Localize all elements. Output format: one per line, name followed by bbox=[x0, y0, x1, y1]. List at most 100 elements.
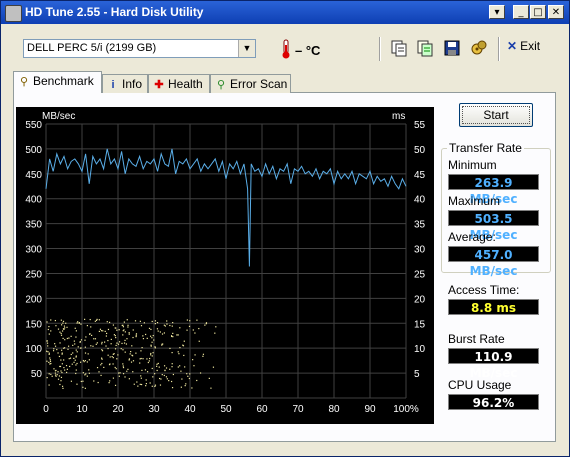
access-time-point bbox=[171, 366, 173, 368]
access-time-point bbox=[142, 335, 144, 337]
close-button[interactable]: ✕ bbox=[548, 5, 564, 19]
tab-error-scan[interactable]: ⚲ Error Scan bbox=[210, 74, 291, 93]
access-time-point bbox=[80, 380, 82, 383]
x-tick-label: 60 bbox=[256, 404, 268, 415]
minimum-value: 263.9 MB/sec bbox=[448, 174, 539, 206]
access-time-point bbox=[79, 341, 81, 343]
options-icon[interactable] bbox=[470, 39, 488, 57]
access-time-point bbox=[64, 327, 66, 329]
access-time-point bbox=[60, 370, 62, 372]
access-time-point bbox=[54, 319, 56, 322]
title-bar: HD Tune 2.55 - Hard Disk Utility ▾ _ □ ✕ bbox=[1, 1, 569, 24]
access-time-point bbox=[135, 335, 137, 338]
access-time-point bbox=[84, 352, 87, 354]
access-time-point bbox=[161, 333, 164, 335]
tab-health[interactable]: ✚ Health bbox=[148, 74, 210, 93]
access-time-point bbox=[74, 359, 76, 361]
access-time-point bbox=[202, 353, 205, 355]
access-time-point bbox=[67, 345, 70, 347]
access-time-point bbox=[198, 340, 200, 342]
access-time-point bbox=[126, 370, 128, 372]
access-time-point bbox=[61, 353, 63, 355]
access-time-point bbox=[56, 348, 58, 351]
access-time-point bbox=[144, 369, 147, 371]
tab-health-label: Health bbox=[168, 77, 203, 91]
access-time-point bbox=[54, 372, 57, 374]
access-time-point bbox=[106, 321, 108, 323]
tab-info[interactable]: i Info bbox=[102, 74, 148, 93]
access-time-point bbox=[135, 333, 138, 335]
access-time-point bbox=[75, 372, 77, 375]
access-time-point bbox=[55, 325, 57, 327]
maximize-button[interactable]: □ bbox=[530, 5, 546, 19]
right-tick-label: 55 bbox=[414, 120, 426, 131]
access-time-point bbox=[192, 329, 194, 331]
access-time-point bbox=[192, 359, 194, 361]
access-time-point bbox=[128, 333, 130, 335]
access-time-point bbox=[140, 325, 143, 327]
access-time-point bbox=[62, 322, 64, 324]
right-tick-label: 40 bbox=[414, 195, 426, 206]
access-time-point bbox=[161, 343, 163, 345]
access-time-point bbox=[90, 345, 92, 347]
access-time-point bbox=[107, 347, 109, 350]
access-time-point bbox=[48, 361, 50, 364]
x-tick-label: 40 bbox=[184, 404, 196, 415]
access-time-point bbox=[169, 368, 171, 370]
access-time-point bbox=[123, 329, 125, 331]
access-time-point bbox=[50, 373, 52, 375]
dropdown-menu-button[interactable]: ▾ bbox=[489, 5, 505, 19]
access-time-point bbox=[126, 338, 128, 340]
access-time-point bbox=[123, 342, 126, 344]
access-time-point bbox=[84, 339, 86, 341]
access-time-point bbox=[53, 348, 55, 350]
access-time-point bbox=[191, 387, 193, 389]
access-time-point bbox=[108, 321, 111, 324]
access-time-point bbox=[145, 379, 147, 381]
start-button[interactable]: Start bbox=[459, 103, 533, 127]
access-time-point bbox=[96, 342, 98, 344]
drive-select-value: DELL PERC 5/i (2199 GB) bbox=[27, 42, 157, 54]
access-time-point bbox=[47, 345, 49, 347]
access-time-point bbox=[98, 319, 100, 321]
save-icon[interactable] bbox=[443, 39, 461, 57]
access-time-point bbox=[172, 321, 174, 324]
access-time-point bbox=[124, 376, 126, 378]
access-time-point bbox=[105, 345, 107, 347]
access-time-point bbox=[60, 324, 63, 326]
access-time-point bbox=[123, 321, 125, 323]
access-time-point bbox=[160, 378, 162, 380]
access-time-point bbox=[122, 373, 125, 375]
access-time-point bbox=[115, 344, 117, 347]
access-time-point bbox=[50, 330, 52, 332]
minimize-button[interactable]: _ bbox=[513, 5, 529, 19]
copy-icon[interactable] bbox=[390, 39, 408, 57]
access-time-point bbox=[148, 327, 151, 329]
tab-benchmark[interactable]: ⚲ Benchmark bbox=[13, 71, 102, 93]
access-time-point bbox=[177, 351, 179, 353]
access-time-point bbox=[48, 373, 50, 375]
access-time-point bbox=[151, 337, 153, 339]
access-time-point bbox=[109, 380, 111, 382]
drive-select[interactable]: DELL PERC 5/i (2199 GB) ▼ bbox=[23, 39, 256, 58]
access-time-point bbox=[118, 329, 120, 331]
access-time-point bbox=[135, 352, 137, 354]
access-time-point bbox=[57, 328, 60, 330]
access-time-point bbox=[64, 339, 66, 341]
access-time-point bbox=[131, 354, 133, 356]
cpu-usage-label: CPU Usage bbox=[448, 378, 512, 392]
chevron-down-icon[interactable]: ▼ bbox=[238, 40, 255, 57]
left-tick-label: 400 bbox=[25, 195, 42, 206]
access-time-point bbox=[96, 367, 99, 369]
access-time-point bbox=[156, 363, 158, 365]
access-time-point bbox=[152, 376, 154, 378]
access-time-point bbox=[164, 325, 167, 327]
access-time-point bbox=[124, 351, 126, 353]
access-time-point bbox=[163, 332, 165, 334]
copy-all-icon[interactable] bbox=[416, 39, 434, 57]
exit-button[interactable]: ✕ Exit bbox=[507, 39, 540, 53]
access-time-point bbox=[169, 347, 171, 350]
access-time-point bbox=[196, 379, 198, 382]
access-time-point bbox=[68, 358, 70, 360]
access-time-point bbox=[71, 363, 73, 365]
